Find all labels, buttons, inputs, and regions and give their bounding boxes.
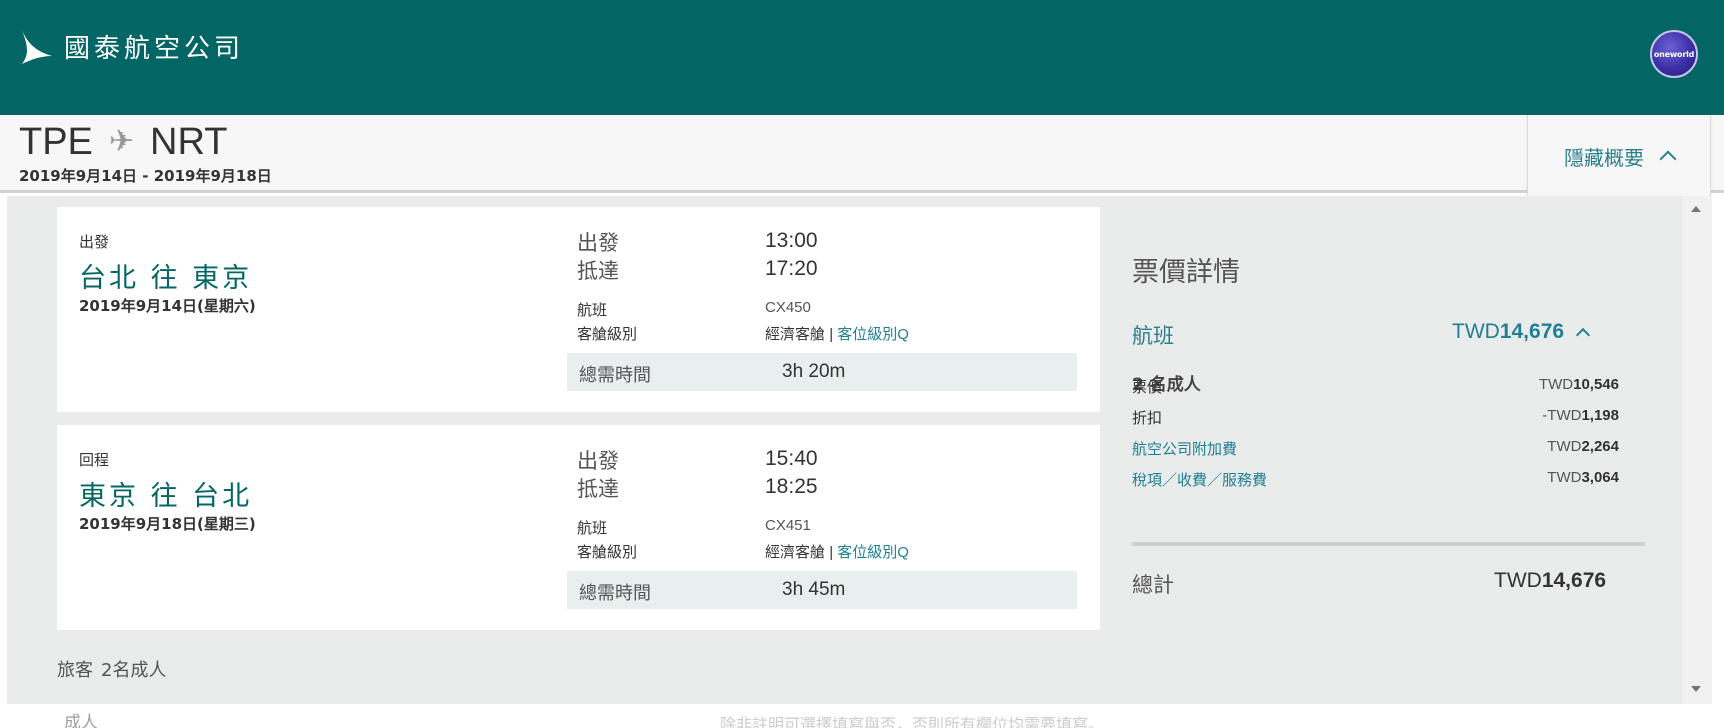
flight-number: CX451 [765, 517, 811, 534]
flight-label: 航班 [577, 301, 608, 319]
arrive-label: 抵達 [577, 259, 619, 283]
fare-row-label: 折扣 [1132, 409, 1163, 427]
fare-row-base: 票價 TWD10,546 [1132, 376, 1619, 397]
booking-class-link[interactable]: 客位級別Q [837, 326, 909, 343]
cabin-label: 客艙級別 [577, 325, 638, 343]
booking-class-link[interactable]: 客位級別Q [837, 544, 909, 561]
currency: TWD [1547, 438, 1582, 455]
duration-row: 總需時間 3h 20m [567, 353, 1077, 391]
cathay-logo[interactable]: 國泰航空公司 [18, 26, 244, 64]
currency: TWD [1547, 469, 1582, 486]
fare-flight-toggle[interactable]: TWD14,676 [1452, 320, 1591, 344]
cabin-class: 經濟客艙 [765, 326, 826, 343]
leg-title: 東京 往 台北 [79, 481, 253, 512]
leg-date: 2019年9月18日(星期三) [79, 515, 256, 533]
passengers-summary: 旅客 2名成人 [57, 656, 166, 682]
chevron-up-icon [1659, 150, 1677, 168]
duration-label: 總需時間 [579, 583, 651, 604]
arrive-label: 抵達 [577, 477, 619, 501]
fare-row-taxes: 稅項／收費／服務費 TWD3,064 [1132, 469, 1619, 490]
fare-row-amount: TWD2,264 [1547, 438, 1619, 459]
fare-flight-label: 航班 [1132, 324, 1174, 348]
fare-flight-currency: TWD [1452, 320, 1500, 343]
oneworld-logo: oneworld [1650, 30, 1698, 78]
fare-row-discount: 折扣 -TWD1,198 [1132, 407, 1619, 428]
carrier-surcharge-link[interactable]: 航空公司附加費 [1132, 438, 1237, 459]
leg-type: 出發 [79, 233, 110, 251]
arrive-time: 17:20 [765, 257, 818, 280]
amount: 2,264 [1581, 438, 1619, 455]
fare-details-title: 票價詳情 [1132, 257, 1240, 288]
outbound-flight-card: 出發 台北 往 東京 2019年9月14日(星期六) 出發 13:00 抵達 1… [57, 207, 1100, 412]
fare-flight-amount: 14,676 [1499, 320, 1565, 343]
leg-date: 2019年9月14日(星期六) [79, 297, 256, 315]
trip-dates: 2019年9月14日 - 2019年9月18日 [19, 167, 272, 185]
duration-row: 總需時間 3h 45m [567, 571, 1077, 609]
origin-code: TPE [19, 121, 93, 163]
panel-scrollbar[interactable] [1682, 196, 1712, 704]
fare-total-label: 總計 [1132, 573, 1174, 597]
amount: 14,676 [1541, 569, 1607, 592]
leg-title: 台北 往 東京 [79, 263, 253, 294]
cabin-class: 經濟客艙 [765, 544, 826, 561]
amount: 10,546 [1573, 376, 1619, 393]
passengers-value: 2名成人 [101, 660, 167, 681]
fare-row-surcharge: 航空公司附加費 TWD2,264 [1132, 438, 1619, 459]
fare-divider [1132, 542, 1645, 546]
depart-time: 13:00 [765, 229, 818, 252]
flight-label: 航班 [577, 519, 608, 537]
duration-value: 3h 45m [782, 579, 846, 600]
passengers-label: 旅客 [57, 660, 93, 681]
separator: | [829, 544, 834, 561]
leg-type: 回程 [79, 451, 110, 469]
adult-section-label: 成人 [64, 713, 98, 728]
fare-row-amount: -TWD1,198 [1542, 407, 1619, 428]
currency: -TWD [1542, 407, 1582, 424]
duration-value: 3h 20m [782, 361, 846, 382]
destination-code: NRT [150, 121, 228, 163]
hide-summary-button[interactable]: 隱藏概要 [1527, 115, 1711, 197]
logo-text: 國泰航空公司 [64, 34, 245, 64]
amount: 1,198 [1581, 407, 1619, 424]
chevron-up-icon [1575, 327, 1591, 342]
top-header: 國泰航空公司 oneworld [0, 0, 1724, 115]
currency: TWD [1494, 569, 1542, 592]
separator: | [829, 326, 834, 343]
plane-icon: ✈ [108, 125, 135, 158]
cabin-info: 經濟客艙 | 客位級別Q [765, 323, 909, 344]
cabin-label: 客艙級別 [577, 543, 638, 561]
route-heading: TPE ✈ NRT [19, 123, 227, 161]
fare-row-label: 票價 [1132, 378, 1163, 396]
return-flight-card: 回程 東京 往 台北 2019年9月18日(星期三) 出發 15:40 抵達 1… [57, 425, 1100, 630]
fare-row-amount: TWD10,546 [1539, 376, 1619, 397]
hide-summary-label: 隱藏概要 [1564, 145, 1644, 170]
depart-time: 15:40 [765, 447, 818, 470]
fare-row-amount: TWD3,064 [1547, 469, 1619, 490]
trip-summary-bar: TPE ✈ NRT 2019年9月14日 - 2019年9月18日 [0, 115, 1724, 193]
scroll-up-arrow-icon[interactable] [1691, 206, 1701, 212]
cabin-info: 經濟客艙 | 客位級別Q [765, 541, 909, 562]
depart-label: 出發 [577, 231, 619, 255]
arrive-time: 18:25 [765, 475, 818, 498]
amount: 3,064 [1581, 469, 1619, 486]
duration-label: 總需時間 [579, 365, 651, 386]
fare-total-amount: TWD14,676 [1494, 569, 1606, 593]
taxes-fees-link[interactable]: 稅項／收費／服務費 [1132, 469, 1267, 490]
brushwing-icon [20, 26, 52, 64]
booking-details-panel: 出發 台北 往 東京 2019年9月14日(星期六) 出發 13:00 抵達 1… [7, 196, 1682, 704]
required-fields-note: 除非註明可選擇填寫與否，否則所有欄位均需要填寫。 [720, 715, 1105, 728]
depart-label: 出發 [577, 449, 619, 473]
scroll-down-arrow-icon[interactable] [1691, 686, 1701, 692]
currency: TWD [1538, 376, 1574, 393]
flight-number: CX450 [765, 299, 811, 316]
